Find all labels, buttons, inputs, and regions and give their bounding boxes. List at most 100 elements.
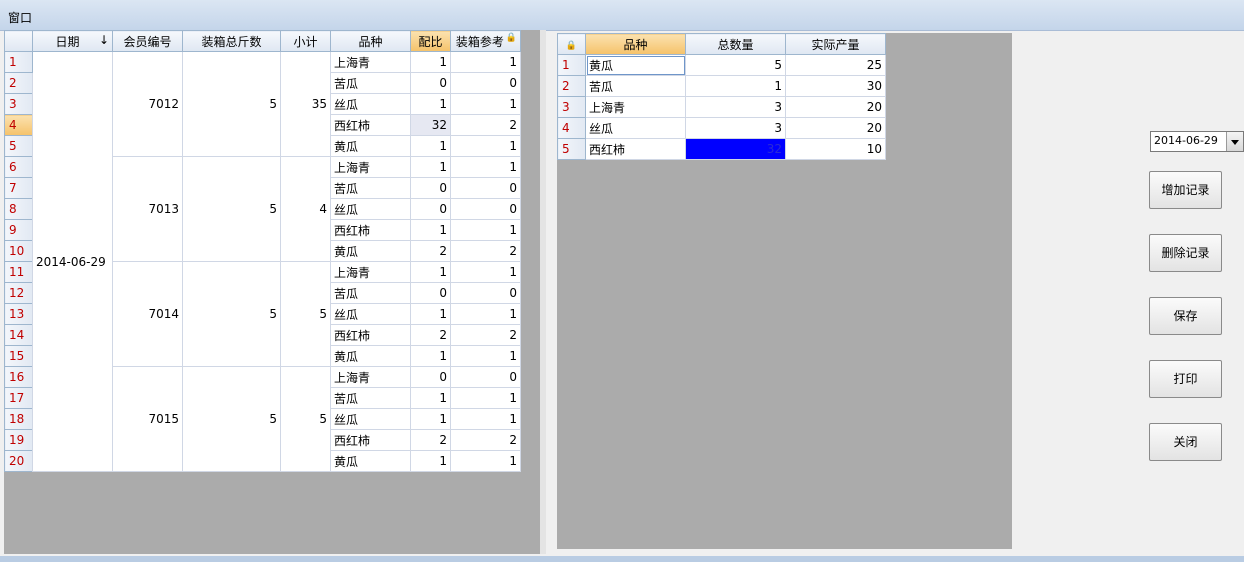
member-id-cell[interactable]: 7015 <box>112 366 183 472</box>
row-header[interactable]: 1 <box>4 51 33 73</box>
date-cell[interactable]: 2014-06-29 <box>32 51 113 472</box>
ratio-cell[interactable]: 1 <box>410 135 451 157</box>
ratio-cell[interactable]: 32 <box>410 114 451 136</box>
save-button[interactable]: 保存 <box>1149 297 1222 335</box>
variety-cell[interactable]: 上海青 <box>330 366 411 388</box>
row-header[interactable]: 18 <box>4 408 33 430</box>
table-row[interactable]: 3 上海青 3 20 <box>557 96 886 118</box>
variety-cell[interactable]: 苦瓜 <box>330 282 411 304</box>
col-header-variety[interactable]: 品种 <box>330 30 411 52</box>
output-cell[interactable]: 20 <box>785 96 886 118</box>
variety-cell[interactable]: 丝瓜 <box>330 408 411 430</box>
row-header[interactable]: 1 <box>557 54 586 76</box>
variety-cell[interactable]: 上海青 <box>330 156 411 178</box>
member-id-cell[interactable]: 7012 <box>112 51 183 157</box>
ratio-cell[interactable]: 1 <box>410 156 451 178</box>
row-header[interactable]: 12 <box>4 282 33 304</box>
packing-ref-cell[interactable]: 0 <box>450 366 521 388</box>
ratio-cell[interactable]: 0 <box>410 198 451 220</box>
variety-cell[interactable]: 苦瓜 <box>585 75 686 97</box>
col-header-output[interactable]: 实际产量 <box>785 33 886 55</box>
table-row[interactable]: 4 丝瓜 3 20 <box>557 117 886 139</box>
quantity-cell[interactable]: 1 <box>685 75 786 97</box>
row-header[interactable]: 19 <box>4 429 33 451</box>
ratio-cell[interactable]: 2 <box>410 240 451 262</box>
variety-cell[interactable]: 西红柿 <box>585 138 686 160</box>
ratio-cell[interactable]: 1 <box>410 261 451 283</box>
table-row[interactable]: 2 苦瓜 1 30 <box>557 75 886 97</box>
row-header[interactable]: 16 <box>4 366 33 388</box>
col-header-date[interactable]: 日期 ↓ <box>32 30 113 52</box>
ratio-cell[interactable]: 2 <box>410 429 451 451</box>
variety-cell[interactable]: 黄瓜 <box>330 345 411 367</box>
ratio-cell[interactable]: 1 <box>410 51 451 73</box>
row-header[interactable]: 17 <box>4 387 33 409</box>
member-id-cell[interactable]: 7013 <box>112 156 183 262</box>
variety-cell[interactable]: 上海青 <box>330 261 411 283</box>
packing-ref-cell[interactable]: 1 <box>450 387 521 409</box>
total-weight-cell[interactable]: 5 <box>182 366 281 472</box>
output-cell[interactable]: 10 <box>785 138 886 160</box>
variety-cell[interactable]: 黄瓜 <box>330 240 411 262</box>
subtotal-cell[interactable]: 5 <box>280 261 331 367</box>
row-header[interactable]: 3 <box>4 93 33 115</box>
packing-ref-cell[interactable]: 2 <box>450 429 521 451</box>
variety-cell[interactable]: 上海青 <box>330 51 411 73</box>
row-header[interactable]: 5 <box>4 135 33 157</box>
ratio-cell[interactable]: 1 <box>410 303 451 325</box>
col-header-packing-ref[interactable]: 装箱参考 🔒 <box>450 30 521 52</box>
table-row[interactable]: 1 2014-06-29 7012 5 35 上海青 1 1 <box>4 51 521 472</box>
variety-cell[interactable]: 苦瓜 <box>330 387 411 409</box>
ratio-cell[interactable]: 1 <box>410 219 451 241</box>
packing-ref-cell[interactable]: 1 <box>450 303 521 325</box>
packing-ref-cell[interactable]: 1 <box>450 408 521 430</box>
ratio-cell[interactable]: 0 <box>410 72 451 94</box>
add-record-button[interactable]: 增加记录 <box>1149 171 1222 209</box>
ratio-cell[interactable]: 0 <box>410 177 451 199</box>
row-header[interactable]: 4 <box>557 117 586 139</box>
row-header[interactable]: 7 <box>4 177 33 199</box>
packing-ref-cell[interactable]: 0 <box>450 72 521 94</box>
chevron-down-icon[interactable] <box>1226 132 1243 151</box>
col-header-member[interactable]: 会员编号 <box>112 30 183 52</box>
col-header-quantity[interactable]: 总数量 <box>685 33 786 55</box>
print-button[interactable]: 打印 <box>1149 360 1222 398</box>
splitter[interactable] <box>540 30 546 554</box>
ratio-cell[interactable]: 1 <box>410 345 451 367</box>
total-weight-cell[interactable]: 5 <box>182 156 281 262</box>
grid-corner[interactable]: 🔒 <box>557 33 586 55</box>
col-header-total-weight[interactable]: 装箱总斤数 <box>182 30 281 52</box>
packing-ref-cell[interactable]: 1 <box>450 345 521 367</box>
variety-cell[interactable]: 丝瓜 <box>330 198 411 220</box>
quantity-cell-selected[interactable]: 32 <box>685 138 786 160</box>
packing-ref-cell[interactable]: 2 <box>450 114 521 136</box>
variety-cell[interactable]: 丝瓜 <box>330 303 411 325</box>
row-header[interactable]: 20 <box>4 450 33 472</box>
variety-cell[interactable]: 黄瓜 <box>330 450 411 472</box>
table-row[interactable]: 5 西红柿 32 10 <box>557 138 886 160</box>
ratio-cell[interactable]: 1 <box>410 450 451 472</box>
subtotal-cell[interactable]: 5 <box>280 366 331 472</box>
row-header[interactable]: 11 <box>4 261 33 283</box>
row-header[interactable]: 8 <box>4 198 33 220</box>
ratio-cell[interactable]: 2 <box>410 324 451 346</box>
row-header[interactable]: 6 <box>4 156 33 178</box>
variety-cell[interactable]: 西红柿 <box>330 114 411 136</box>
row-header[interactable]: 14 <box>4 324 33 346</box>
variety-cell[interactable]: 丝瓜 <box>585 117 686 139</box>
row-header[interactable]: 3 <box>557 96 586 118</box>
ratio-cell[interactable]: 1 <box>410 387 451 409</box>
delete-record-button[interactable]: 删除记录 <box>1149 234 1222 272</box>
packing-ref-cell[interactable]: 0 <box>450 282 521 304</box>
subtotal-cell[interactable]: 4 <box>280 156 331 262</box>
output-cell[interactable]: 30 <box>785 75 886 97</box>
packing-ref-cell[interactable]: 2 <box>450 324 521 346</box>
ratio-cell[interactable]: 0 <box>410 366 451 388</box>
close-button[interactable]: 关闭 <box>1149 423 1222 461</box>
table-row[interactable]: 1 黄瓜 5 25 <box>557 54 886 76</box>
col-header-variety[interactable]: 品种 <box>585 33 686 55</box>
packing-ref-cell[interactable]: 1 <box>450 156 521 178</box>
packing-ref-cell[interactable]: 0 <box>450 177 521 199</box>
packing-ref-cell[interactable]: 1 <box>450 135 521 157</box>
variety-cell[interactable]: 黄瓜 <box>330 135 411 157</box>
